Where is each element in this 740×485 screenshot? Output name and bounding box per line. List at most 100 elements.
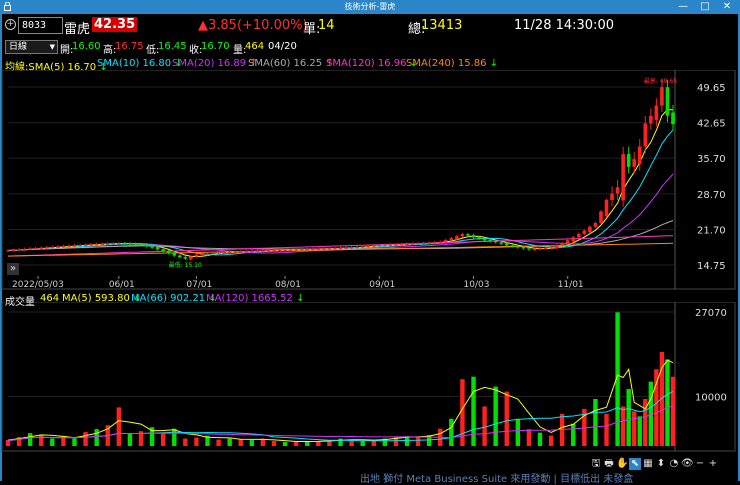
candle-body (565, 240, 570, 244)
volume-bar (227, 438, 232, 446)
candle-body (216, 252, 221, 254)
candle-body (89, 244, 93, 246)
candle-body (50, 246, 55, 248)
collapse-button[interactable]: » (7, 263, 19, 275)
candle-body (277, 250, 282, 252)
candle-body (117, 243, 121, 245)
volume-bar (94, 429, 99, 446)
candle-body (28, 248, 32, 250)
hand-icon[interactable]: ✋ (616, 458, 628, 470)
candle-body (665, 87, 670, 116)
candle-body (227, 251, 232, 253)
candle-body (516, 246, 520, 248)
grid-icon[interactable]: ▦ (642, 458, 654, 470)
candle-body (377, 245, 382, 247)
eye-icon[interactable]: 👁 (681, 458, 694, 470)
volume-bar (238, 439, 243, 446)
candle-body (427, 242, 431, 244)
volume-bar (571, 423, 576, 446)
candle-body (649, 115, 653, 124)
candle-body (610, 193, 614, 200)
maximize-button[interactable]: □ (694, 0, 716, 14)
candle-body (643, 123, 648, 147)
volume-bar (515, 418, 521, 446)
minimize-button[interactable]: — (672, 0, 694, 14)
candle-body (671, 112, 675, 125)
sma-240-text: SMA(240) 15.86 (406, 58, 487, 69)
candle-body (410, 243, 415, 245)
cursor-icon[interactable]: ⬉ (629, 458, 641, 470)
background-window-text: 出地 獅付 Meta Business Suite 來用發動 | 目標低出 未發… (360, 474, 634, 485)
candle-body (388, 244, 393, 246)
candle-body (161, 249, 165, 251)
volume-bar (249, 440, 255, 446)
candle-body (482, 238, 487, 241)
candle-body (471, 235, 476, 238)
candle-body (416, 243, 420, 245)
candle-body (460, 234, 465, 237)
volume-bar (116, 407, 122, 446)
volume-bar (360, 440, 365, 446)
candle-body (521, 246, 526, 249)
sma-120-text: SMA(120) 16.96 (326, 58, 407, 69)
volume-bar (83, 432, 88, 446)
volume-bar (316, 441, 321, 446)
close-button[interactable]: ✕ (716, 0, 738, 14)
candle-body (543, 247, 548, 249)
candle-body (144, 244, 149, 247)
sma-20-text: SMA(20) 16.89 (172, 58, 247, 69)
ohlc-bar: 開: 16.60 高: 16.75 低: 16.45 收: 16.70 量: 4… (0, 39, 740, 56)
volume-bar (620, 406, 626, 446)
price-change: ▲3.85(+10.00%) (198, 18, 308, 33)
candle-body (477, 237, 481, 239)
price-tick-label: 35.70 (697, 154, 726, 165)
candle-body (44, 247, 49, 249)
date-tick-label: 09/01 (369, 280, 395, 290)
candle-body (33, 248, 38, 250)
zoom-in-icon[interactable]: + (707, 458, 719, 470)
candle-body (299, 249, 304, 251)
candle-body (637, 146, 642, 165)
candle-body (272, 250, 276, 252)
sma-20-label: SMA(20) 16.89 ↑ (172, 58, 258, 69)
candle-body (11, 249, 16, 251)
price-tick-label: 49.65 (697, 83, 726, 94)
candle-body (72, 245, 77, 247)
candle-body (576, 233, 581, 238)
candle-body (155, 246, 160, 250)
candle-body (582, 230, 587, 234)
volume-bar (183, 438, 188, 446)
volume-bar (127, 433, 133, 446)
print-icon[interactable]: 🖶 (603, 458, 615, 470)
price-chart[interactable]: 49.65 42.65 35.70 28.70 21.70 14.75 最高: 49.65 最… (0, 70, 740, 290)
candle-body (250, 250, 254, 252)
zoom-out-icon[interactable]: − (694, 458, 706, 470)
last-price: 42.35 (92, 17, 138, 32)
candle-body (166, 250, 171, 254)
candle-body (660, 87, 664, 106)
quote-datetime: 11/28 14:30:00 (514, 18, 614, 33)
resize-icon[interactable]: ⬍ (655, 458, 667, 470)
history-icon[interactable]: ◔ (668, 458, 680, 470)
date-tick-label: 2022/05/03 (12, 280, 64, 290)
candle-body (405, 243, 409, 245)
candle-body (510, 245, 515, 247)
volume-chart[interactable]: 27070 10000 (0, 302, 740, 452)
candle-body (599, 211, 603, 223)
date-axis: 2022/05/03 06/01 07/01 08/01 09/01 10/03 11/01 (12, 276, 584, 290)
volume-bar (548, 435, 554, 446)
candle-body (233, 251, 238, 253)
candle-body (399, 244, 404, 246)
save-icon[interactable]: 🖫 (590, 458, 602, 470)
title-bar[interactable]: 技術分析-雷虎 — □ ✕ (0, 0, 740, 14)
candle-body (333, 248, 337, 250)
candle-body (61, 246, 66, 248)
candle-body (621, 154, 625, 201)
volume-tick-label: 27070 (695, 308, 727, 319)
candle-body (626, 154, 631, 167)
volume-bar (632, 411, 637, 446)
date-tick-label: 06/01 (109, 280, 135, 290)
close-value: 16.70 (201, 41, 230, 52)
volume-bar (604, 413, 609, 446)
candle-body (504, 243, 509, 246)
